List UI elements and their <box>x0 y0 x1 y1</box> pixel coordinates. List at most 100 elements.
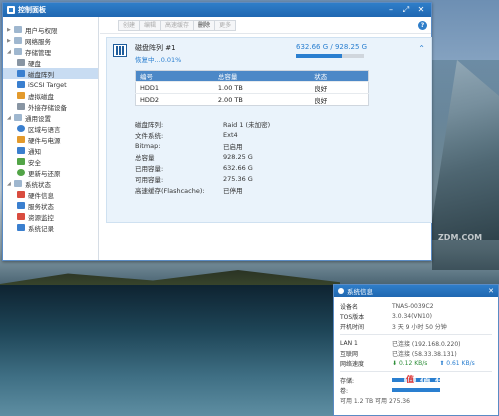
cache-button[interactable]: 高速缓存 <box>160 19 195 31</box>
network-speed: ⬇ 0.12 KB/s ⬆ 0.61 KB/s <box>392 360 492 367</box>
sidebar-item-disk[interactable]: 硬盘 <box>3 57 98 68</box>
help-icon[interactable]: ? <box>418 21 427 30</box>
external-storage-icon <box>17 103 25 110</box>
disk-status: 良好 <box>310 93 369 106</box>
property-row: 磁盘阵列: Raid 1 (未加密) <box>135 118 270 129</box>
system-info-window: 系统信息 ✕ 设备名 TNAS-0039C2 TOS版本 3.0.34(VN10) … <box>333 284 499 416</box>
hard-disk-icon <box>17 59 25 66</box>
edit-button[interactable]: 编辑 <box>139 19 162 31</box>
expand-arrow-icon: ▶ <box>7 37 11 44</box>
more-button[interactable]: 更多 <box>214 19 237 31</box>
sidebar-item-system-log[interactable]: 系统记录 <box>3 222 98 233</box>
sidebar-item-label: 硬件与电源 <box>28 136 61 145</box>
info-row: 网络速度 ⬇ 0.12 KB/s ⬆ 0.61 KB/s <box>340 358 492 368</box>
sidebar-item-label: 外接存储设备 <box>28 103 67 112</box>
raid-name: 磁盘阵列 #1 <box>135 44 176 52</box>
system-info-body: 设备名 TNAS-0039C2 TOS版本 3.0.34(VN10) 开机时间 3 天… <box>334 297 498 409</box>
download-speed: ⬇ 0.12 KB/s <box>392 359 428 367</box>
info-value: 3 天 9 小时 50 分钟 <box>392 323 447 331</box>
table-header-row: 编号 总容量 状态 <box>135 70 369 82</box>
divider <box>340 331 492 335</box>
sidebar-item-iscsi[interactable]: iSCSI Target <box>3 79 98 90</box>
raid-array-icon <box>113 44 127 57</box>
sidebar-item-resource-monitor[interactable]: 资源监控 <box>3 211 98 222</box>
sidebar-group-label: 网络服务 <box>25 37 51 46</box>
power-icon <box>17 136 25 143</box>
sidebar-item-hardware-info[interactable]: 硬件信息 <box>3 189 98 200</box>
folder-icon <box>14 180 22 187</box>
property-value: 已启用 <box>223 142 243 151</box>
disk-id: HDD1 <box>135 81 214 94</box>
window-title: 控制面板 <box>18 6 46 14</box>
system-info-titlebar[interactable]: 系统信息 ✕ <box>334 285 498 297</box>
chevron-up-icon[interactable]: ⌃ <box>418 44 425 53</box>
iscsi-icon <box>17 81 25 88</box>
property-row: 文件系统: Ext4 <box>135 129 270 140</box>
minimize-button[interactable]: – <box>385 5 397 15</box>
sidebar-item-label: 服务状态 <box>28 202 54 211</box>
table-row[interactable]: HDD2 2.00 TB 良好 <box>135 93 369 106</box>
sidebar: ▶ 用户与权限 ▶ 网络服务 ◢ 存储管理 硬盘 磁盘阵列 iSCSI Targ… <box>3 17 99 260</box>
create-button[interactable]: 创建 <box>118 19 141 31</box>
watermark-logo-icon: 值 <box>404 374 416 386</box>
expand-arrow-icon: ▶ <box>7 26 11 33</box>
disk-status: 良好 <box>310 81 369 94</box>
sidebar-group-general[interactable]: ◢ 通用设置 <box>3 112 98 123</box>
sidebar-item-label: 通知 <box>28 147 41 156</box>
info-label: LAN 1 <box>340 339 358 347</box>
property-value: Ext4 <box>223 130 238 139</box>
capacity-bar <box>296 54 364 58</box>
upload-value: 0.61 KB/s <box>446 359 475 367</box>
sidebar-item-label: 资源监控 <box>28 213 54 222</box>
disk-table: 编号 总容量 状态 HDD1 1.00 TB 良好 HDD2 2.00 TB 良… <box>135 70 369 106</box>
sidebar-group-storage[interactable]: ◢ 存储管理 <box>3 46 98 57</box>
sidebar-item-service-status[interactable]: 服务状态 <box>3 200 98 211</box>
property-row: 可用容量: 275.36 G <box>135 173 270 184</box>
info-row: TOS版本 3.0.34(VN10) <box>340 311 492 321</box>
table-row[interactable]: HDD1 1.00 TB 良好 <box>135 81 369 94</box>
capacity-bar-fill <box>296 54 343 58</box>
close-icon[interactable]: ✕ <box>488 287 494 295</box>
property-row: 总容量 928.25 G <box>135 151 270 162</box>
upload-speed: ⬆ 0.61 KB/s <box>439 359 475 367</box>
sidebar-group-label: 存储管理 <box>25 48 51 57</box>
capacity-text: 632.66 G / 928.25 G <box>296 43 368 51</box>
maximize-button[interactable]: ⤢ <box>400 5 412 15</box>
sidebar-item-external[interactable]: 外接存储设备 <box>3 101 98 112</box>
info-label: TOS版本 <box>340 313 365 321</box>
close-button[interactable]: ✕ <box>415 5 427 15</box>
property-value: 632.66 G <box>223 163 253 172</box>
system-info-title: 系统信息 <box>347 288 373 296</box>
info-label: 存储: <box>340 377 355 385</box>
sidebar-item-virtual-disk[interactable]: 虚拟磁盘 <box>3 90 98 101</box>
sidebar-group-status[interactable]: ◢ 系统状态 <box>3 178 98 189</box>
sidebar-item-notification[interactable]: 通知 <box>3 145 98 156</box>
sidebar-item-hardware-power[interactable]: 硬件与电源 <box>3 134 98 145</box>
property-row: Bitmap: 已启用 <box>135 140 270 151</box>
raid-status: 恢复中...0.01% <box>135 56 182 64</box>
sidebar-group-users[interactable]: ▶ 用户与权限 <box>3 24 98 35</box>
property-value: 275.36 G <box>223 174 253 183</box>
info-row: 设备名 TNAS-0039C2 <box>340 301 492 311</box>
sidebar-item-region[interactable]: 区域与语言 <box>3 123 98 134</box>
property-label: 可用容量: <box>135 175 164 184</box>
sidebar-item-label: 虚拟磁盘 <box>28 92 54 101</box>
property-label: 文件系统: <box>135 131 164 140</box>
folder-icon <box>14 114 22 121</box>
info-icon <box>338 288 344 294</box>
sidebar-item-raid[interactable]: 磁盘阵列 <box>3 68 98 79</box>
service-icon <box>17 202 25 209</box>
sidebar-item-update[interactable]: 更新与还原 <box>3 167 98 178</box>
sidebar-group-network[interactable]: ▶ 网络服务 <box>3 35 98 46</box>
folder-icon <box>14 48 22 55</box>
property-label: 高速缓存(Flashcache): <box>135 186 205 195</box>
delete-button[interactable]: 删除 <box>193 19 216 31</box>
info-value: 已连接 (192.168.0.220) <box>392 340 461 348</box>
toolbar: 创建 编辑 高速缓存 删除 更多 <box>100 17 431 34</box>
info-label: 开机时间 <box>340 323 365 331</box>
window-titlebar[interactable]: 控制面板 – ⤢ ✕ <box>3 3 431 17</box>
globe-icon <box>17 125 25 132</box>
sidebar-item-label: 硬件信息 <box>28 191 54 200</box>
sidebar-item-security[interactable]: 安全 <box>3 156 98 167</box>
folder-icon <box>14 26 22 33</box>
